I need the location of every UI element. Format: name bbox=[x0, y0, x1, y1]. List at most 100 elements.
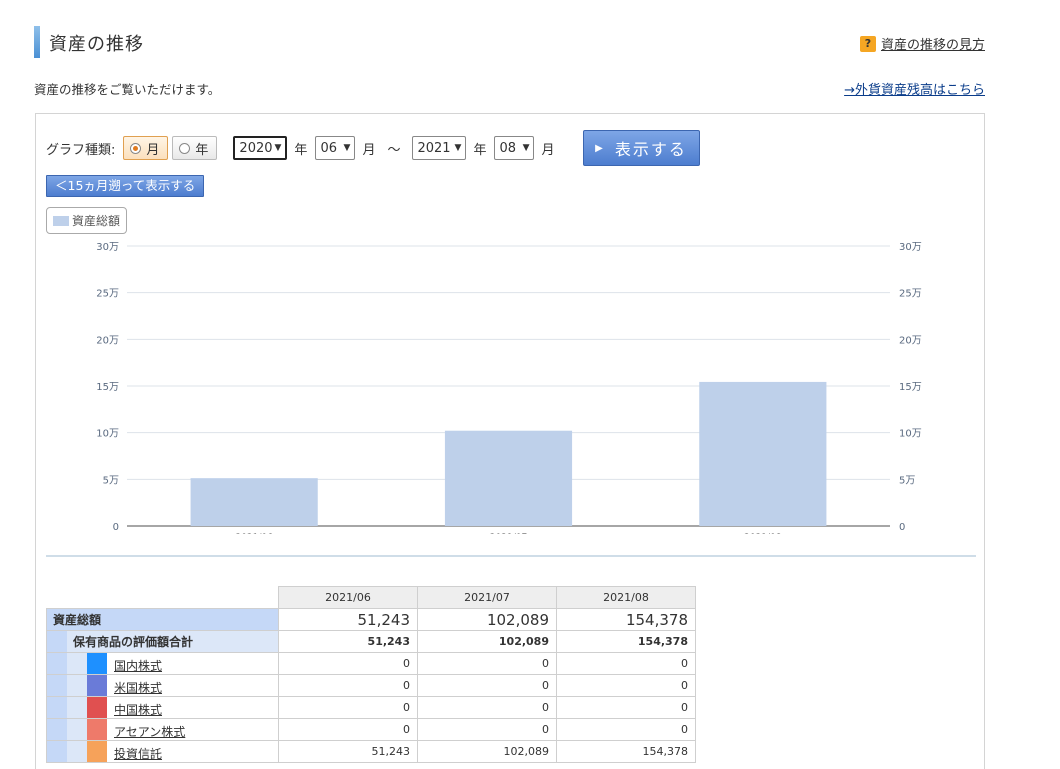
bar bbox=[444, 430, 573, 526]
chart-legend[interactable]: 資産総額 bbox=[46, 207, 128, 234]
subtotal-label-text: 保有商品の評価額合計 bbox=[73, 635, 194, 649]
indent-lane bbox=[47, 631, 67, 652]
table-row: アセアン株式 0 0 0 bbox=[46, 718, 696, 741]
y-tick-label-right: 5万 bbox=[899, 475, 915, 486]
y-tick-label: 25万 bbox=[96, 289, 119, 300]
item-link[interactable]: アセアン株式 bbox=[114, 723, 185, 740]
x-tick-label: 2021/07 bbox=[490, 533, 527, 534]
bar bbox=[190, 478, 318, 526]
item-link[interactable]: 中国株式 bbox=[114, 701, 162, 718]
item-value: 0 bbox=[556, 674, 696, 697]
item-value: 0 bbox=[278, 674, 418, 697]
item-value: 0 bbox=[556, 696, 696, 719]
item-value: 0 bbox=[556, 718, 696, 741]
chevron-down-icon: ▼ bbox=[274, 143, 282, 153]
year-unit: 年 bbox=[294, 142, 308, 158]
item-label-cell: 中国株式 bbox=[46, 696, 279, 719]
y-tick-label: 15万 bbox=[96, 382, 119, 393]
color-swatch bbox=[87, 653, 107, 674]
y-tick-label-right: 15万 bbox=[899, 382, 922, 393]
from-year-select[interactable]: 2020 ▼ bbox=[233, 136, 288, 160]
indent-lane bbox=[67, 697, 87, 718]
column-header: 2021/06 bbox=[278, 586, 418, 609]
y-tick-label-right: 25万 bbox=[899, 289, 922, 300]
y-tick-label: 30万 bbox=[96, 242, 119, 253]
intro-text: 資産の推移をご覧いただけます。 bbox=[34, 82, 221, 97]
column-header: 2021/07 bbox=[417, 586, 557, 609]
to-year-value: 2021 bbox=[417, 140, 451, 156]
show-button[interactable]: ▶ 表示する bbox=[582, 130, 700, 166]
to-year-select[interactable]: 2021 ▼ bbox=[412, 136, 467, 160]
item-link[interactable]: 国内株式 bbox=[114, 657, 162, 674]
help-icon: ? bbox=[859, 35, 876, 52]
subtotal-label: 保有商品の評価額合計 bbox=[46, 630, 279, 653]
fx-balance-link[interactable]: →外貨資産残高はこちら bbox=[844, 79, 985, 98]
from-month-select[interactable]: 06 ▼ bbox=[315, 136, 356, 160]
help-link[interactable]: ? 資産の推移の見方 bbox=[859, 34, 985, 53]
indent-lane bbox=[67, 675, 87, 696]
from-month-value: 06 bbox=[320, 140, 337, 156]
item-value: 0 bbox=[556, 652, 696, 675]
item-label-cell: 国内株式 bbox=[46, 652, 279, 675]
help-link-text[interactable]: 資産の推移の見方 bbox=[881, 34, 985, 53]
legend-swatch bbox=[53, 215, 69, 226]
graph-controls: グラフ種類: 月 年 2020 ▼ 年 06 ▼ 月 〜 2021 ▼ 年 08… bbox=[46, 130, 700, 166]
table-row: 投資信託 51,243 102,089 154,378 bbox=[46, 740, 696, 763]
subtotal-value: 154,378 bbox=[556, 630, 696, 653]
table-row: 米国株式 0 0 0 bbox=[46, 674, 696, 697]
y-tick-label-right: 20万 bbox=[899, 335, 922, 346]
bar bbox=[699, 381, 827, 526]
month-unit: 月 bbox=[362, 142, 376, 158]
subtotal-value: 102,089 bbox=[417, 630, 557, 653]
title-accent-bar bbox=[34, 26, 40, 58]
item-value: 0 bbox=[278, 718, 418, 741]
radio-month[interactable]: 月 bbox=[123, 136, 169, 160]
total-value: 102,089 bbox=[417, 608, 557, 631]
table-row: 中国株式 0 0 0 bbox=[46, 696, 696, 719]
y-tick-label: 5万 bbox=[103, 475, 119, 486]
item-link[interactable]: 投資信託 bbox=[114, 745, 162, 762]
item-value: 154,378 bbox=[556, 740, 696, 763]
item-value: 0 bbox=[417, 652, 557, 675]
color-swatch bbox=[87, 697, 107, 718]
radio-month-label: 月 bbox=[146, 142, 160, 158]
table-row: 国内株式 0 0 0 bbox=[46, 652, 696, 675]
column-header: 2021/08 bbox=[556, 586, 696, 609]
legend-label: 資産総額 bbox=[72, 214, 121, 228]
indent-lane bbox=[67, 719, 87, 740]
y-tick-label-right: 0 bbox=[899, 522, 905, 533]
y-tick-label: 10万 bbox=[96, 429, 119, 440]
asset-bar-chart: 0 0 5万 5万 10万 10万 15万 15万 20万 20万 25万 25万 30万 30万 2021… bbox=[96, 242, 922, 534]
item-value: 0 bbox=[278, 696, 418, 719]
item-value: 0 bbox=[417, 718, 557, 741]
play-icon: ▶ bbox=[595, 142, 605, 154]
color-swatch bbox=[87, 675, 107, 696]
item-value: 102,089 bbox=[417, 740, 557, 763]
back-15-months-button[interactable]: ＜15ヵ月遡って表示する bbox=[46, 175, 205, 197]
item-value: 0 bbox=[417, 696, 557, 719]
total-value: 154,378 bbox=[556, 608, 696, 631]
y-tick-label-right: 30万 bbox=[899, 242, 922, 253]
radio-dot-icon bbox=[130, 142, 142, 154]
item-label-cell: アセアン株式 bbox=[46, 718, 279, 741]
item-link[interactable]: 米国株式 bbox=[114, 679, 162, 696]
item-value: 0 bbox=[417, 674, 557, 697]
indent-lane bbox=[67, 653, 87, 674]
radio-year[interactable]: 年 bbox=[172, 136, 218, 160]
item-value: 0 bbox=[278, 652, 418, 675]
year-unit: 年 bbox=[473, 142, 487, 158]
x-tick-label: 2021/08 bbox=[744, 533, 782, 534]
to-month-select[interactable]: 08 ▼ bbox=[494, 136, 535, 160]
from-year-value: 2020 bbox=[239, 140, 273, 156]
indent-lane bbox=[47, 653, 67, 674]
table-row-total: 資産総額 51,243 102,089 154,378 bbox=[46, 608, 696, 631]
indent-lane bbox=[47, 741, 67, 762]
radio-dot-icon bbox=[179, 142, 191, 154]
subtotal-value: 51,243 bbox=[278, 630, 418, 653]
indent-lane bbox=[47, 697, 67, 718]
item-label-cell: 米国株式 bbox=[46, 674, 279, 697]
month-unit: 月 bbox=[541, 142, 555, 158]
y-tick-label: 0 bbox=[113, 522, 119, 533]
chevron-down-icon: ▼ bbox=[522, 143, 530, 153]
table-header-row: 2021/06 2021/07 2021/08 bbox=[47, 586, 696, 609]
